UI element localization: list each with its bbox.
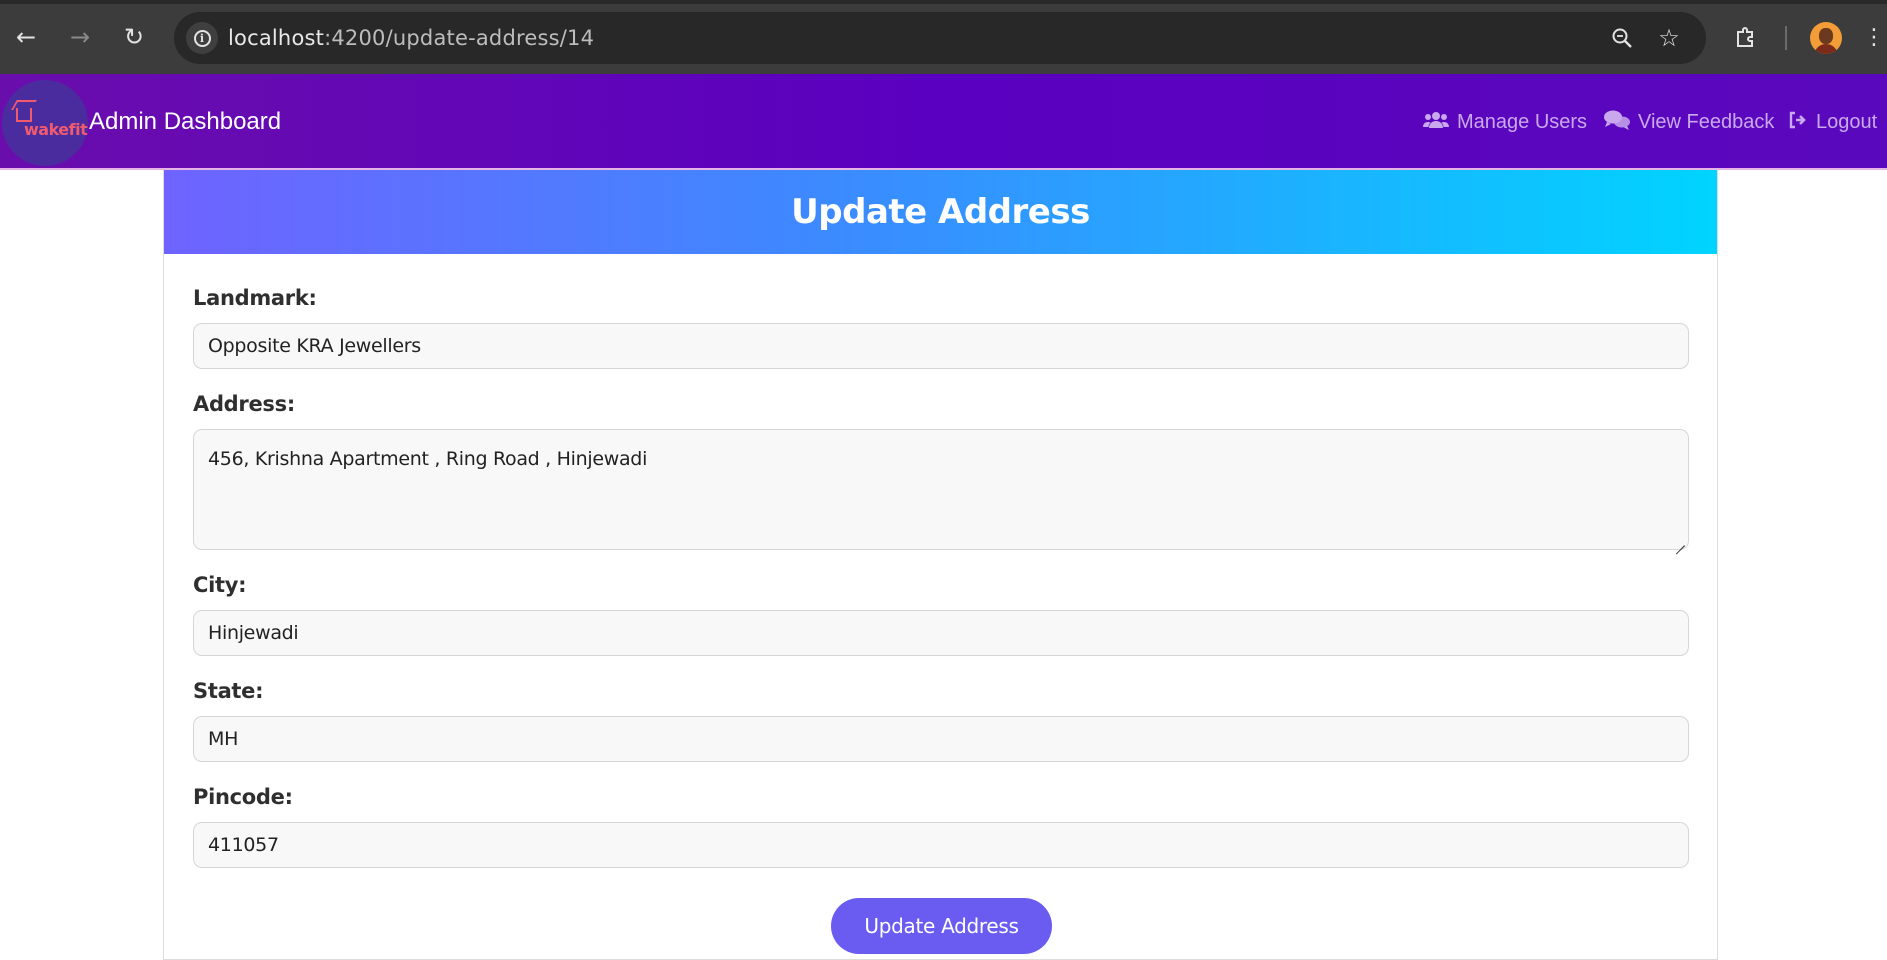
page-title[interactable]: Admin Dashboard (89, 108, 281, 136)
state-label: State: (193, 679, 264, 703)
pincode-label: Pincode: (193, 785, 293, 809)
nav-link-logout[interactable]: Logout (1788, 108, 1877, 136)
address-bar[interactable]: i localhost:4200/update-address/14 ☆ (174, 12, 1706, 64)
address-value: 456, Krishna Apartment , Ring Road , Hin… (208, 448, 648, 470)
update-address-button[interactable]: Update Address (831, 898, 1052, 954)
site-info-icon[interactable]: i (186, 22, 218, 54)
logout-icon (1788, 110, 1808, 135)
star-icon[interactable]: ☆ (1655, 24, 1683, 52)
pincode-input[interactable]: 411057 (193, 822, 1689, 868)
nav-link-label: Manage Users (1457, 110, 1588, 133)
avatar[interactable] (1810, 22, 1842, 54)
kebab-menu-icon[interactable]: ⋮ (1862, 20, 1886, 54)
logo[interactable]: wakefit (2, 80, 88, 166)
landmark-value: Opposite KRA Jewellers (208, 335, 421, 357)
reload-icon[interactable]: ↻ (117, 20, 151, 54)
browser-toolbar: ← → ↻ i localhost:4200/update-address/14… (0, 0, 1887, 74)
app-navbar: wakefit Admin Dashboard Manage Users Vie… (0, 74, 1887, 170)
nav-link-label: View Feedback (1638, 110, 1775, 133)
url-host: localhost (228, 26, 325, 50)
logo-text: wakefit (24, 120, 88, 139)
forward-arrow-icon[interactable]: → (63, 20, 97, 54)
address-textarea[interactable]: 456, Krishna Apartment , Ring Road , Hin… (193, 429, 1689, 550)
update-address-card: Update Address Landmark: Opposite KRA Je… (163, 170, 1718, 960)
zoom-icon[interactable] (1608, 24, 1636, 52)
form-heading: Update Address (791, 192, 1090, 232)
state-value: MH (208, 728, 239, 750)
card-header: Update Address (164, 170, 1717, 254)
pincode-value: 411057 (208, 834, 279, 856)
tab-strip (0, 0, 1887, 4)
address-label: Address: (193, 392, 295, 416)
landmark-label: Landmark: (193, 286, 317, 310)
back-arrow-icon[interactable]: ← (9, 20, 43, 54)
resize-handle-icon[interactable] (1673, 534, 1685, 546)
url-path: :4200/update-address/14 (324, 26, 595, 50)
city-label: City: (193, 573, 247, 597)
nav-link-label: Logout (1816, 110, 1878, 133)
city-input[interactable]: Hinjewadi (193, 610, 1689, 656)
nav-link-manage-users[interactable]: Manage Users (1423, 108, 1587, 136)
comments-icon (1604, 110, 1630, 135)
nav-link-view-feedback[interactable]: View Feedback (1604, 108, 1774, 136)
toolbar-divider (1785, 26, 1787, 50)
landmark-input[interactable]: Opposite KRA Jewellers (193, 323, 1689, 369)
users-icon (1423, 110, 1449, 135)
url-text[interactable]: localhost:4200/update-address/14 (228, 26, 594, 50)
puzzle-icon[interactable] (1729, 20, 1763, 54)
state-input[interactable]: MH (193, 716, 1689, 762)
city-value: Hinjewadi (208, 622, 299, 644)
